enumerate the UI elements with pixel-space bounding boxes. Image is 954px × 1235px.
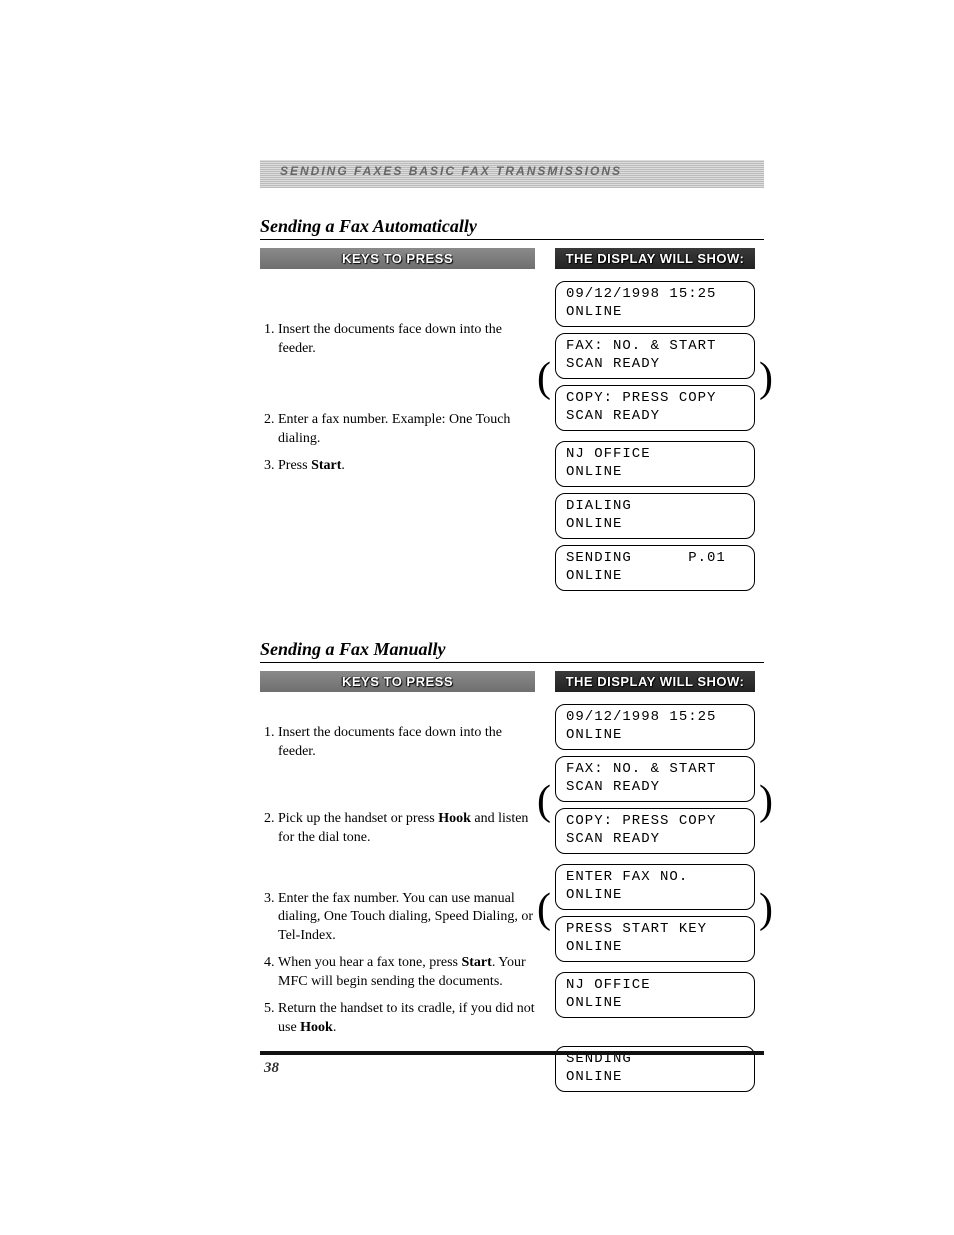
auto-step-3: Press Start. [278, 457, 535, 476]
brace-right-icon: ) [759, 357, 773, 399]
lcd-prompt-group: ( ) ENTER FAX NO. ONLINE PRESS START KEY… [555, 864, 755, 962]
lcd-copy-ready: COPY: PRESS COPY SCAN READY [555, 808, 755, 854]
manual-step-1: Insert the documents face down into the … [278, 724, 535, 762]
brace-left-icon: ( [537, 357, 551, 399]
page-number: 38 [264, 1060, 279, 1077]
lcd-sending: SENDING P.01 ONLINE [555, 545, 755, 591]
lcd-ready-group: ( ) FAX: NO. & START SCAN READY COPY: PR… [555, 756, 755, 854]
lcd-idle: 09/12/1998 15:25 ONLINE [555, 281, 755, 327]
manual-step-5: Return the handset to its cradle, if you… [278, 1000, 535, 1038]
lcd-press-start: PRESS START KEY ONLINE [555, 916, 755, 962]
manual-step-2: Pick up the handset or press Hook and li… [278, 810, 535, 848]
brace-right-icon: ) [759, 888, 773, 930]
manual-step-3: Enter the fax number. You can use manual… [278, 890, 535, 947]
page: SENDING FAXES BASIC FAX TRANSMISSIONS Se… [0, 0, 954, 1235]
brace-left-icon: ( [537, 780, 551, 822]
manual-step-4: When you hear a fax tone, press Start. Y… [278, 954, 535, 992]
section-title-auto: Sending a Fax Automatically [260, 216, 764, 240]
keys-header: KEYS TO PRESS [260, 671, 535, 692]
auto-step-1: Insert the documents face down into the … [278, 321, 535, 359]
auto-steps: Insert the documents face down into the … [260, 321, 535, 475]
lcd-fax-ready: FAX: NO. & START SCAN READY [555, 756, 755, 802]
lcd-dest: NJ OFFICE ONLINE [555, 441, 755, 487]
footer-rule [260, 1051, 764, 1055]
lcd-fax-ready: FAX: NO. & START SCAN READY [555, 333, 755, 379]
display-header: THE DISPLAY WILL SHOW: [555, 248, 755, 269]
display-column: THE DISPLAY WILL SHOW: 09/12/1998 15:25 … [555, 248, 755, 597]
lcd-dialing: DIALING ONLINE [555, 493, 755, 539]
auto-step-2: Enter a fax number. Example: One Touch d… [278, 411, 535, 449]
keys-column: KEYS TO PRESS Insert the documents face … [260, 671, 535, 1098]
manual-steps: Insert the documents face down into the … [260, 724, 535, 1038]
section-manual: Sending a Fax Manually KEYS TO PRESS Ins… [260, 639, 764, 1098]
lcd-dest: NJ OFFICE ONLINE [555, 972, 755, 1018]
lcd-enter-no: ENTER FAX NO. ONLINE [555, 864, 755, 910]
keys-header: KEYS TO PRESS [260, 248, 535, 269]
running-header: SENDING FAXES BASIC FAX TRANSMISSIONS [260, 160, 764, 188]
brace-right-icon: ) [759, 780, 773, 822]
display-header: THE DISPLAY WILL SHOW: [555, 671, 755, 692]
lcd-idle: 09/12/1998 15:25 ONLINE [555, 704, 755, 750]
display-column: THE DISPLAY WILL SHOW: 09/12/1998 15:25 … [555, 671, 755, 1098]
section-title-manual: Sending a Fax Manually [260, 639, 764, 663]
brace-left-icon: ( [537, 888, 551, 930]
lcd-copy-ready: COPY: PRESS COPY SCAN READY [555, 385, 755, 431]
keys-column: KEYS TO PRESS Insert the documents face … [260, 248, 535, 597]
section-auto: Sending a Fax Automatically KEYS TO PRES… [260, 216, 764, 597]
lcd-ready-group: ( ) FAX: NO. & START SCAN READY COPY: PR… [555, 333, 755, 431]
